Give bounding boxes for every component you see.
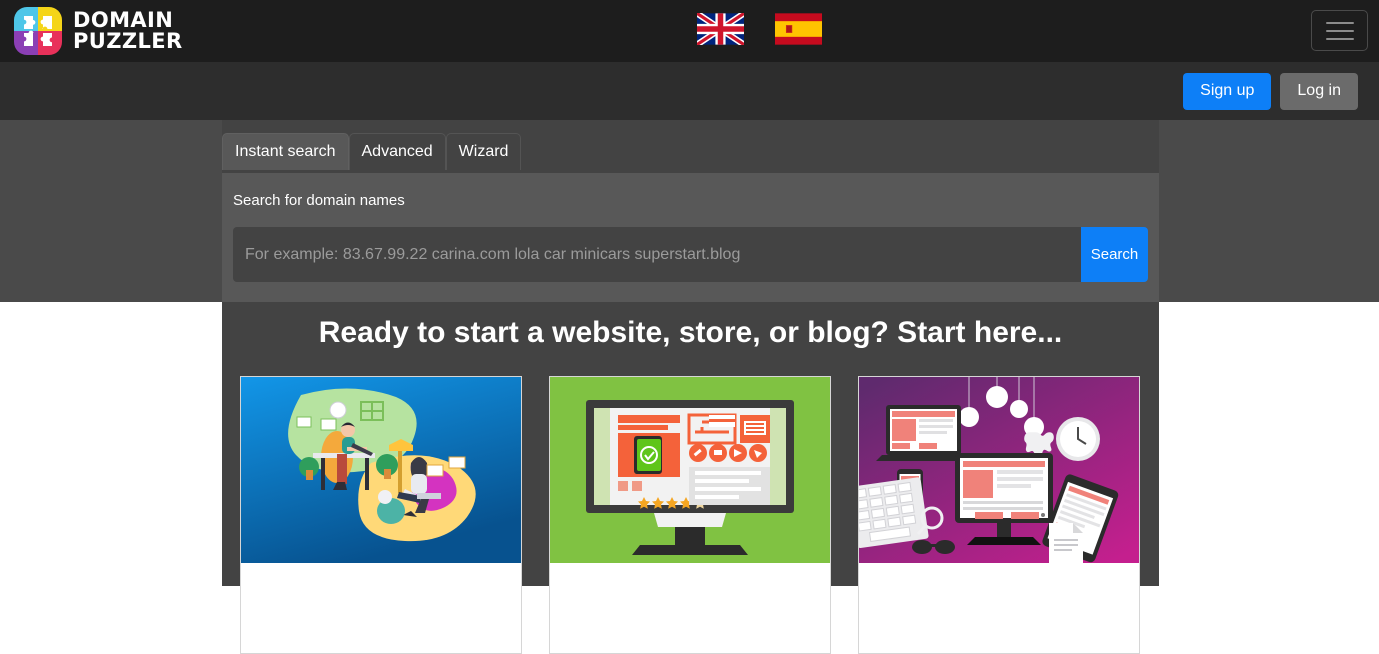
tab-advanced[interactable]: Advanced [348,133,446,170]
main-content-container: Instant search Advanced Wizard Search fo… [222,120,1159,654]
search-field-label: Search for domain names [233,192,405,209]
promo-card-website-builder[interactable] [240,376,522,654]
language-selector [695,10,822,48]
brand-line-2: PUZZLER [73,29,183,53]
promo-card-devices[interactable] [858,376,1140,654]
promo-card-body [550,563,830,653]
promo-heading: Ready to start a website, store, or blog… [318,316,1063,349]
log-in-button[interactable]: Log in [1280,72,1358,110]
people-working-on-laptops-illustration [241,377,521,563]
hamburger-menu-icon[interactable] [1311,10,1368,51]
spain-flag-icon[interactable] [775,13,822,45]
promo-card-online-store[interactable] [549,376,831,654]
search-input[interactable] [233,227,1081,282]
hamburger-line [1325,37,1354,40]
desktop-monitor-ecommerce-illustration [550,377,830,563]
brand-logo-link[interactable]: DOMAIN PUZZLER [14,7,183,55]
tab-wizard[interactable]: Wizard [445,133,522,170]
multi-device-web-design-illustration [859,377,1139,563]
puzzler-logo-icon [14,7,62,55]
tab-instant-search[interactable]: Instant search [222,133,349,170]
brand-wordmark: DOMAIN PUZZLER [73,10,183,52]
auth-bar: Sign up Log in [0,62,1379,120]
uk-flag-icon[interactable] [695,10,746,48]
search-panel: Search for domain names Search [222,173,1159,302]
promo-card-body [241,563,521,653]
hamburger-line [1325,29,1354,32]
search-mode-tabs: Instant search Advanced Wizard [222,133,522,170]
promo-card-list [240,376,1141,654]
search-input-row: Search [233,227,1148,282]
search-button[interactable]: Search [1081,227,1148,282]
promo-card-body [859,563,1139,653]
sign-up-button[interactable]: Sign up [1183,72,1272,110]
top-navigation-bar: DOMAIN PUZZLER [0,0,1379,62]
hamburger-line [1325,21,1354,24]
